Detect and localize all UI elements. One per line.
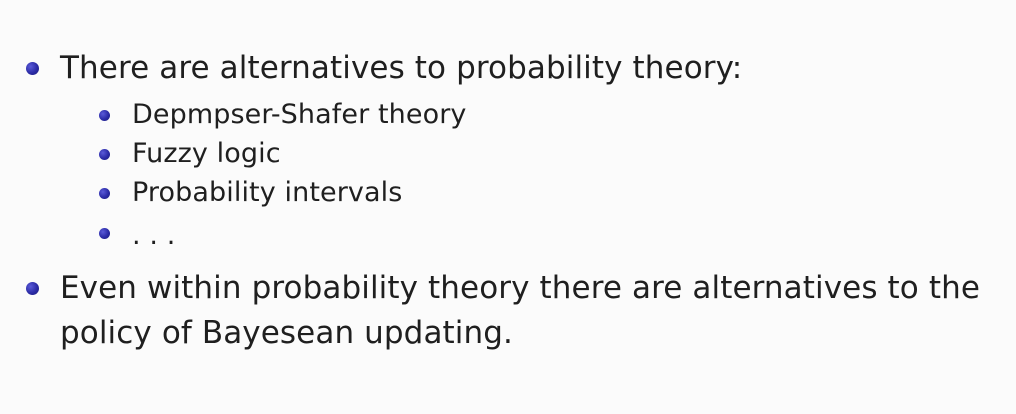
bullet-icon xyxy=(99,110,110,121)
subitem-4-text: . . . xyxy=(132,220,176,251)
subitem-2-text: Fuzzy logic xyxy=(132,138,281,169)
slide: There are alternatives to probability th… xyxy=(0,0,1016,414)
bullet-icon xyxy=(99,188,110,199)
bullet-icon xyxy=(99,149,110,160)
bullet-item-2-line-1: Even within probability theory there are… xyxy=(60,270,980,306)
bullet-icon xyxy=(99,228,110,239)
bullet-item-2-line-2: policy of Bayesean updating. xyxy=(60,315,513,351)
subitem-1-text: Depmpser-Shafer theory xyxy=(132,99,467,130)
bullet-icon xyxy=(26,282,39,295)
subitem-3-text: Probability intervals xyxy=(132,177,403,208)
bullet-icon xyxy=(26,62,39,75)
bullet-item-1-text: There are alternatives to probability th… xyxy=(60,50,743,86)
